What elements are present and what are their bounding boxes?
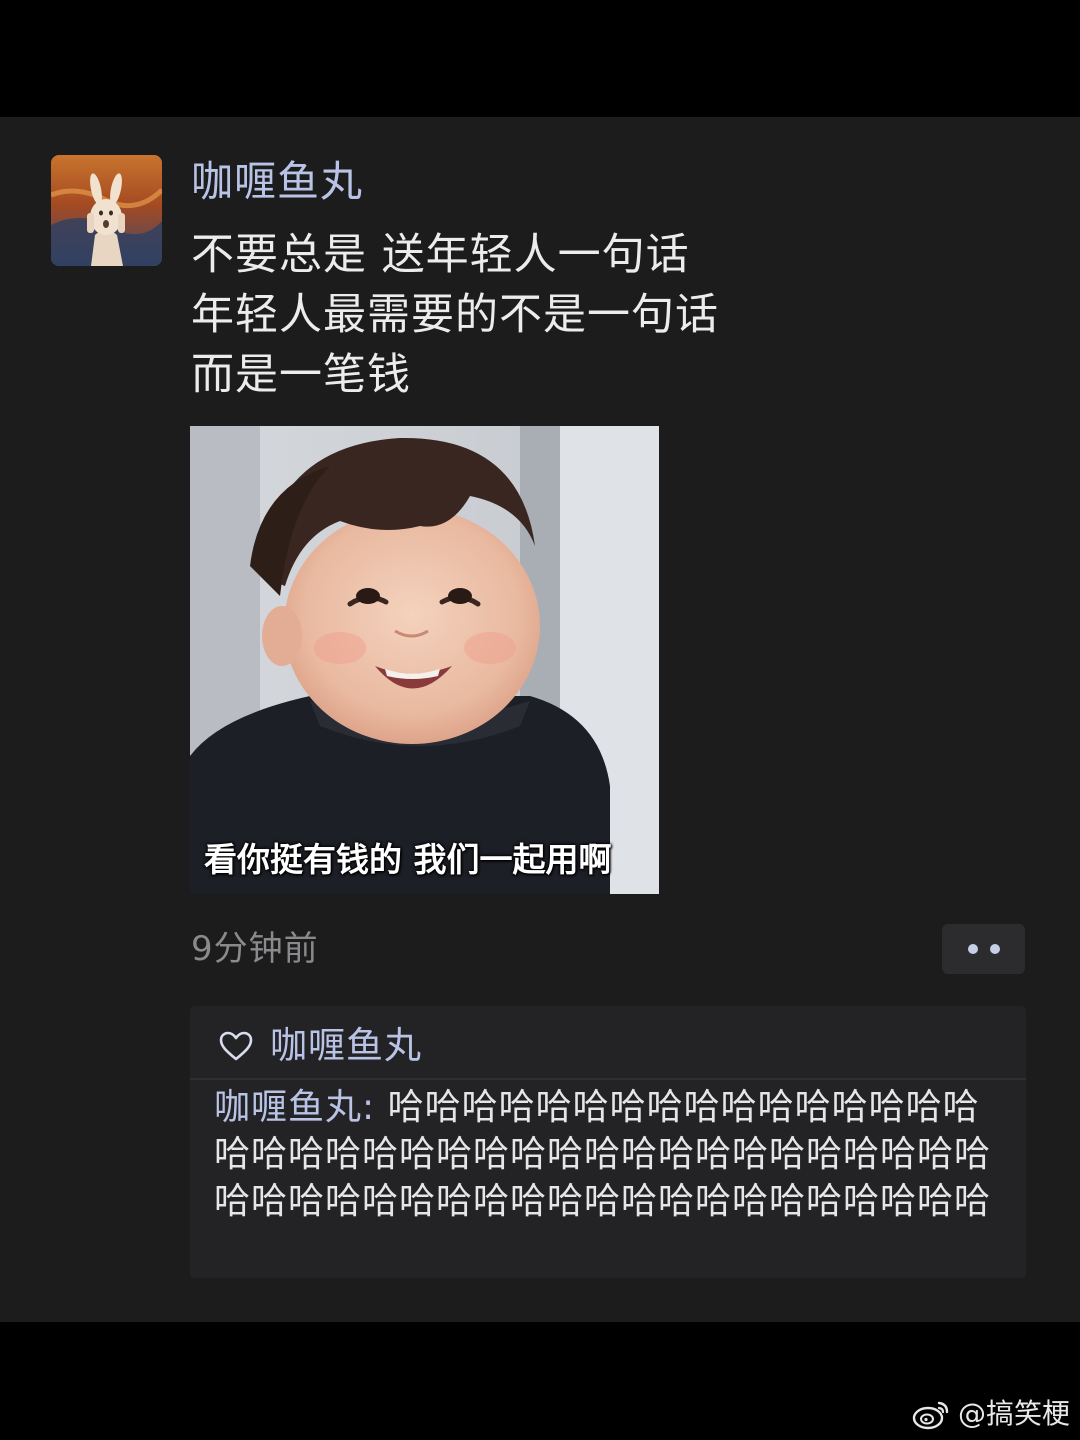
more-actions-button[interactable] xyxy=(942,924,1025,974)
dot-icon xyxy=(967,944,978,954)
comment-author[interactable]: 咖喱鱼丸 xyxy=(214,1087,362,1128)
dot-icon xyxy=(989,944,1000,954)
post-line: 不要总是 送年轻人一句话 xyxy=(191,230,690,280)
likes-row: 咖喱鱼丸 xyxy=(218,1018,422,1074)
comment-separator: : xyxy=(362,1087,388,1128)
post-image[interactable]: 看你挺有钱的 我们一起用啊 xyxy=(190,426,659,894)
avatar[interactable] xyxy=(51,155,162,266)
post-time: 9分钟前 xyxy=(191,929,319,969)
watermark: @搞笑梗 xyxy=(912,1392,1070,1436)
top-black-bar xyxy=(0,0,1080,117)
post-text: 不要总是 送年轻人一句话 年轻人最需要的不是一句话 而是一笔钱 xyxy=(191,225,719,405)
post-line: 年轻人最需要的不是一句话 xyxy=(191,290,719,340)
post-line: 而是一笔钱 xyxy=(191,350,411,400)
heart-icon xyxy=(219,1031,253,1061)
weibo-icon xyxy=(912,1401,949,1430)
divider xyxy=(190,1078,1026,1080)
post-username[interactable]: 咖喱鱼丸 xyxy=(191,156,363,208)
image-caption: 看你挺有钱的 我们一起用啊 xyxy=(204,840,612,879)
avatar-image xyxy=(51,155,162,266)
comment-section: 咖喱鱼丸 咖喱鱼丸: 哈哈哈哈哈哈哈哈哈哈哈哈哈哈哈哈哈哈哈哈哈哈哈哈哈哈哈哈哈… xyxy=(190,1006,1026,1278)
watermark-text: @搞笑梗 xyxy=(958,1397,1071,1430)
child-photo xyxy=(190,426,659,894)
comment[interactable]: 咖喱鱼丸: 哈哈哈哈哈哈哈哈哈哈哈哈哈哈哈哈哈哈哈哈哈哈哈哈哈哈哈哈哈哈哈哈哈哈… xyxy=(214,1084,1014,1225)
liker-name[interactable]: 咖喱鱼丸 xyxy=(270,1022,422,1070)
